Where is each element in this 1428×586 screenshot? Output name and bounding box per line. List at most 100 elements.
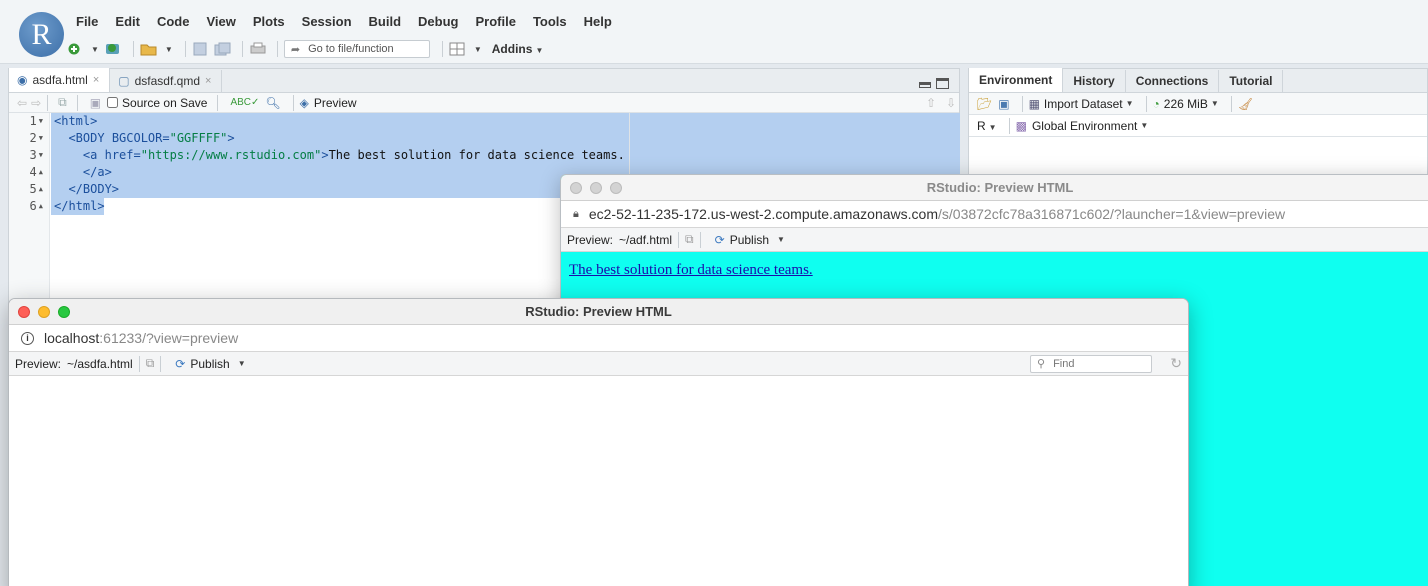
environment-tabbar: Environment History Connections Tutorial: [969, 68, 1427, 93]
app-header: R File Edit Code View Plots Session Build Debug…: [0, 0, 1428, 64]
toolbar-divider: [132, 41, 134, 57]
window-titlebar: RStudio: Preview HTML: [9, 299, 1188, 325]
addins-menu[interactable]: Addins ▼: [492, 42, 550, 56]
publish-icon: ⟳: [714, 232, 725, 247]
publish-dropdown-icon: ▼: [237, 359, 246, 368]
publish-button[interactable]: ⟳ Publish ▼: [175, 357, 251, 371]
menu-item-profile[interactable]: Profile: [475, 14, 515, 29]
print-icon[interactable]: [249, 42, 266, 56]
import-dataset-button[interactable]: ▦ Import Dataset ▼: [1029, 97, 1140, 111]
address-bar[interactable]: 🔒︎ ec2-52-11-235-172.us-west-2.compute.a…: [561, 201, 1428, 228]
new-file-dropdown-icon[interactable]: ▼: [91, 45, 99, 54]
editor-tabbar: ◉ asdfa.html × ▢ dsfasdf.qmd ×: [9, 68, 959, 93]
load-workspace-icon[interactable]: 📂︎: [977, 97, 992, 111]
lock-icon: 🔒︎: [573, 207, 579, 220]
publish-button[interactable]: ⟳ Publish ▼: [715, 233, 791, 247]
toolbar-divider: [47, 94, 49, 111]
line-number: 3 ▼: [29, 148, 43, 162]
menu-item-plots[interactable]: Plots: [253, 14, 285, 29]
open-in-browser-icon[interactable]: ⧉: [146, 356, 155, 371]
panes-dropdown-icon[interactable]: ▼: [474, 45, 482, 54]
save-workspace-icon[interactable]: ▣: [998, 97, 1009, 111]
toolbar-divider: [184, 41, 186, 57]
zoom-window-icon[interactable]: [58, 306, 70, 318]
toolbar-divider: [1021, 95, 1023, 112]
editor-toolbar: ⇦ ⇨ ⧉ ▣ Source on Save ABC✓ 🔍︎ ◈ Preview …: [9, 93, 959, 113]
forward-arrow-icon[interactable]: ⇨: [31, 96, 41, 110]
minimize-window-icon[interactable]: [38, 306, 50, 318]
menu-item-file[interactable]: File: [76, 14, 98, 29]
line-number: 1 ▼: [29, 114, 43, 128]
up-arrow-icon[interactable]: ⇧: [926, 96, 936, 110]
down-arrow-icon[interactable]: ⇩: [946, 96, 956, 110]
environment-pane: Environment History Connections Tutorial…: [968, 68, 1428, 178]
new-project-icon[interactable]: [105, 42, 121, 56]
save-icon[interactable]: ▣: [90, 96, 101, 110]
workspace-panes-icon[interactable]: [449, 42, 465, 56]
maximize-pane-icon[interactable]: [936, 78, 949, 89]
code-line: </a>: [82, 165, 112, 179]
preview-button[interactable]: ◈ Preview: [300, 96, 357, 110]
save-icon[interactable]: [192, 42, 208, 56]
new-file-icon[interactable]: [66, 42, 82, 56]
scope-select[interactable]: ▩ Global Environment ▼: [1016, 119, 1155, 133]
html-file-icon: ◉: [17, 73, 28, 87]
code-lines: <html> <BODY BGCOLOR="GGFFFF"> <a href="…: [54, 113, 625, 215]
toolbar-divider: [276, 41, 278, 57]
menu-item-tools[interactable]: Tools: [533, 14, 567, 29]
save-all-icon[interactable]: [214, 42, 231, 56]
environment-toolbar: 📂︎ ▣ ▦ Import Dataset ▼ ◔ 226 MiB ▼ 🧹︎: [969, 93, 1427, 115]
tab-environment[interactable]: Environment: [969, 68, 1064, 92]
menu-item-build[interactable]: Build: [369, 14, 402, 29]
close-window-icon[interactable]: [570, 182, 582, 194]
menu-item-edit[interactable]: Edit: [115, 14, 140, 29]
spellcheck-icon[interactable]: ABC✓: [230, 97, 259, 108]
toolbar-divider: [241, 41, 243, 57]
menu-item-view[interactable]: View: [206, 14, 235, 29]
environment-scope-bar: R ▼ ▩ Global Environment ▼: [969, 115, 1427, 137]
close-window-icon[interactable]: [18, 306, 30, 318]
menu-item-debug[interactable]: Debug: [418, 14, 458, 29]
show-in-window-icon[interactable]: ⧉: [58, 95, 67, 110]
import-table-icon: ▦: [1028, 96, 1040, 111]
window-titlebar: RStudio: Preview HTML: [561, 175, 1428, 201]
window-controls: [18, 306, 70, 318]
back-arrow-icon[interactable]: ⇦: [17, 96, 27, 110]
zoom-window-icon[interactable]: [610, 182, 622, 194]
minimize-pane-icon[interactable]: [919, 82, 931, 88]
main-toolbar: ▼ ▼ ➦ Go to file/function ▼ Addins ▼: [66, 40, 549, 58]
preview-icon: ◈: [299, 95, 309, 110]
tab-asdfa-html[interactable]: ◉ asdfa.html ×: [9, 68, 111, 92]
open-dropdown-icon[interactable]: ▼: [165, 45, 173, 54]
close-tab-icon[interactable]: ×: [205, 75, 211, 87]
source-on-save-checkbox[interactable]: [107, 97, 119, 108]
menu-item-code[interactable]: Code: [157, 14, 190, 29]
tab-history[interactable]: History: [1063, 70, 1126, 92]
preview-content: [9, 376, 1188, 586]
tab-connections[interactable]: Connections: [1126, 70, 1220, 92]
memory-usage-button[interactable]: ◔ 226 MiB ▼: [1153, 97, 1225, 111]
open-folder-icon[interactable]: [140, 42, 157, 56]
goto-file-input[interactable]: ➦ Go to file/function: [283, 40, 430, 58]
open-in-browser-icon[interactable]: ⧉: [685, 232, 694, 247]
preview-link[interactable]: The best solution for data science teams…: [569, 262, 813, 279]
address-bar[interactable]: i localhost:61233/?view=preview: [9, 325, 1188, 352]
minimize-window-icon[interactable]: [590, 182, 602, 194]
menu-item-help[interactable]: Help: [584, 14, 612, 29]
tab-tutorial[interactable]: Tutorial: [1219, 70, 1284, 92]
language-select[interactable]: R ▼: [977, 119, 1003, 133]
menu-item-session[interactable]: Session: [302, 14, 352, 29]
goto-arrow-icon: ➦: [290, 43, 301, 56]
find-input[interactable]: ⚲ Find: [1030, 354, 1152, 373]
r-logo: R: [19, 12, 64, 57]
close-tab-icon[interactable]: ×: [93, 74, 99, 86]
toolbar-divider: [678, 231, 680, 248]
line-number: 2 ▼: [29, 131, 43, 145]
clear-broom-icon[interactable]: 🧹︎: [1238, 97, 1253, 111]
search-icon[interactable]: 🔍︎: [265, 96, 280, 110]
toolbar-divider: [292, 94, 294, 111]
refresh-icon[interactable]: ↻: [1170, 355, 1182, 372]
code-line: <html>: [54, 114, 98, 128]
toolbar-divider: [138, 355, 140, 372]
tab-dsfasdf-qmd[interactable]: ▢ dsfasdf.qmd ×: [110, 70, 223, 92]
